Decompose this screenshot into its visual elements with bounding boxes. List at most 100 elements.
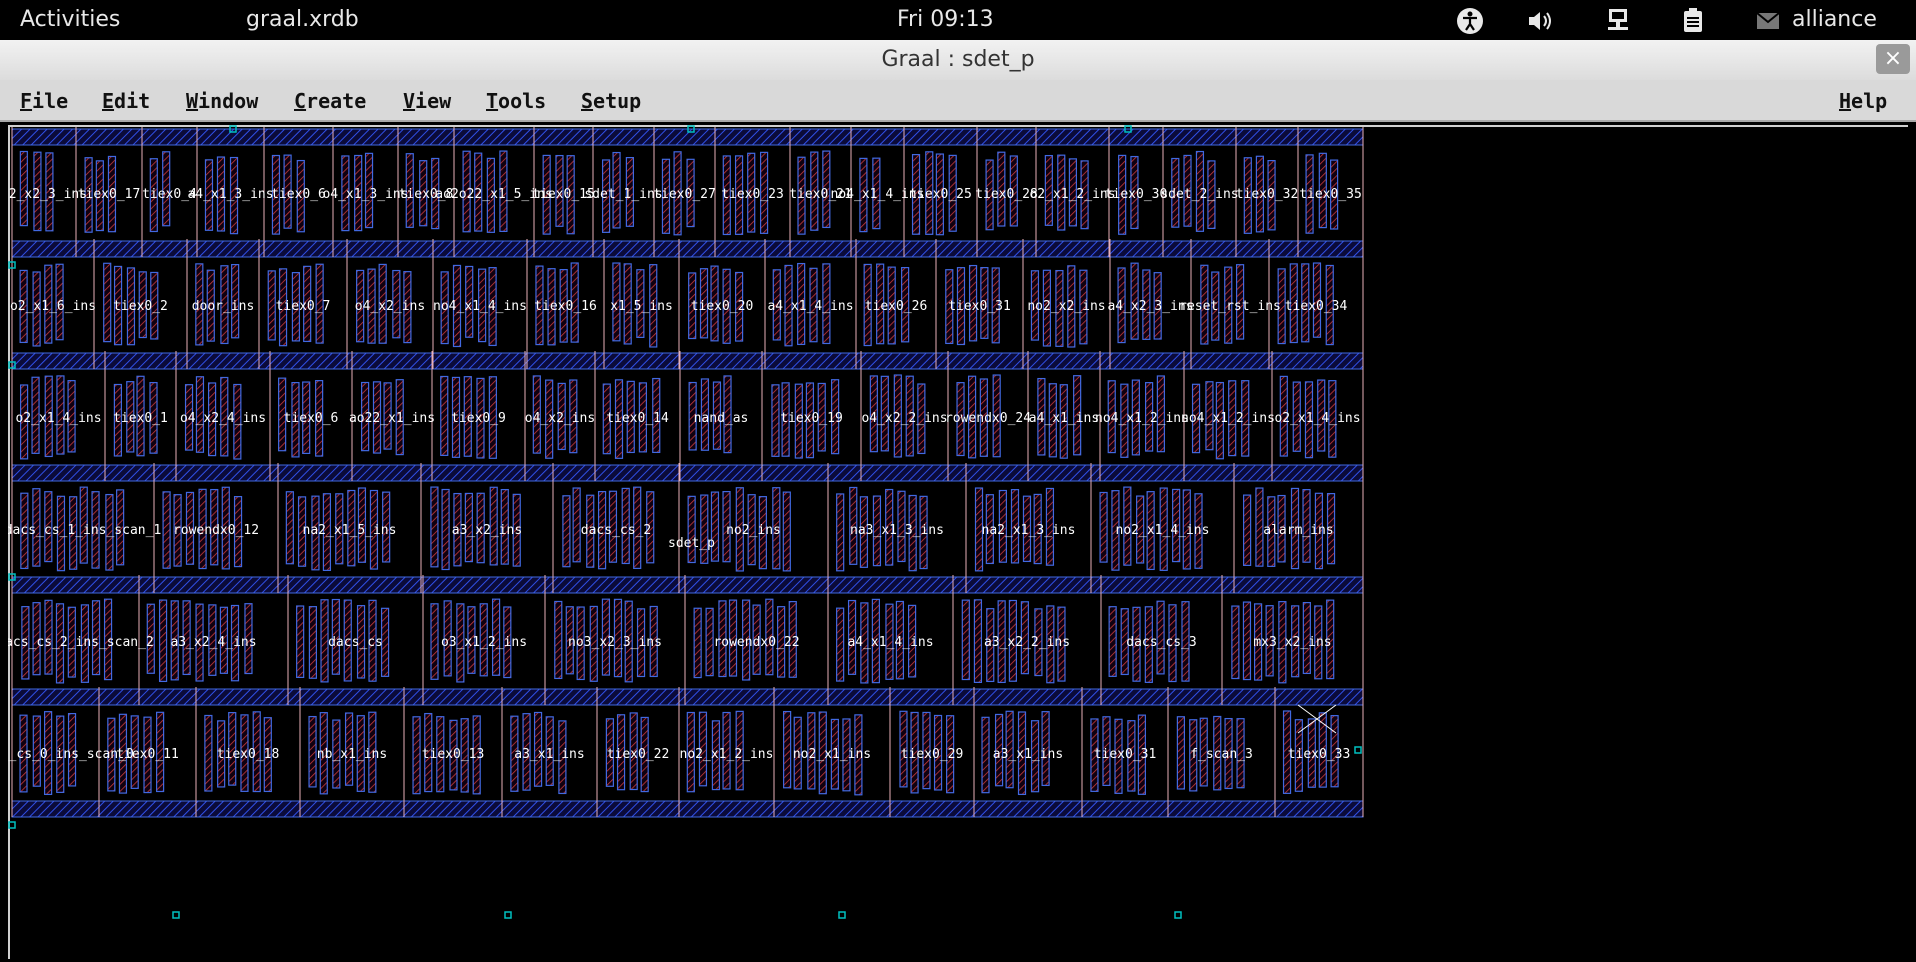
volume-icon[interactable] xyxy=(1526,9,1556,39)
transistor-column xyxy=(320,599,329,683)
cell-name-label: sdet_1_ins xyxy=(584,187,662,202)
cell-name-label: tiex0_6 xyxy=(271,187,326,202)
transistor-column xyxy=(771,384,780,457)
menu-bar: File Edit Window Create View Tools Setup… xyxy=(0,80,1916,122)
menu-view[interactable]: View xyxy=(403,89,451,113)
cell-name-label: reset_rst_ins xyxy=(1179,299,1281,314)
transistor-column xyxy=(836,493,845,572)
transistor-column xyxy=(103,262,112,343)
transistor-column xyxy=(1242,601,1252,681)
transistor-column xyxy=(296,605,305,679)
cell-name-label: tiex0_7 xyxy=(276,299,331,314)
transistor-column xyxy=(1255,487,1264,567)
power-rail xyxy=(11,240,1364,258)
cell-name-label: tiex0_18 xyxy=(217,747,280,762)
cell-name-label: tiex0_35 xyxy=(1299,187,1362,202)
window-title-bar[interactable]: Graal : sdet_p xyxy=(0,40,1916,81)
connector-marker xyxy=(1174,911,1182,919)
power-rail xyxy=(11,576,1364,594)
transistor-column xyxy=(562,495,571,568)
user-menu[interactable]: alliance xyxy=(1792,7,1877,32)
cell-name-label: dacs_cs_2_ins_scan_2 xyxy=(8,635,154,650)
transistor-column xyxy=(285,491,294,565)
transistor-column xyxy=(441,488,450,571)
menu-help[interactable]: Help xyxy=(1839,89,1887,113)
cell-name-label: rowendx0_12 xyxy=(173,523,259,538)
clipboard-icon[interactable] xyxy=(1682,7,1704,39)
transistor-column xyxy=(1099,491,1108,563)
cell-name-label: tiex0_17 xyxy=(78,187,141,202)
transistor-column xyxy=(836,607,845,682)
connector-marker xyxy=(1354,746,1362,754)
accessibility-icon[interactable] xyxy=(1455,6,1485,42)
cell-name-label: tiex0_25 xyxy=(909,187,972,202)
transistor-column xyxy=(308,715,317,788)
cell-name-label: na3_x1_3_ins xyxy=(850,523,944,538)
menu-window[interactable]: Window xyxy=(186,89,258,113)
transistor-column xyxy=(572,487,581,563)
close-button[interactable]: × xyxy=(1876,44,1910,74)
menu-file[interactable]: File xyxy=(20,89,68,113)
transistor-column xyxy=(162,491,171,569)
power-rail xyxy=(11,688,1364,706)
layout-canvas[interactable]: o2_x2_3_instiex0_17 tiex0_4a4_x1_3_instie… xyxy=(8,125,1906,957)
cell-name-label: door_ins xyxy=(192,299,255,314)
cell-name-label: dacs_cs_0_ins_scan_0 xyxy=(8,747,134,762)
cell-name-label: tiex0_6 xyxy=(284,411,339,426)
transistor-column xyxy=(1231,605,1240,680)
cell-name-label: sdet_2_ins xyxy=(1160,187,1238,202)
cell-name-label: a4_x1_ins xyxy=(1029,411,1099,426)
cell-name-label: a3_x2_2_ins xyxy=(984,635,1070,650)
cell-name-label: tiex0_34 xyxy=(1285,299,1348,314)
transistor-column xyxy=(430,603,439,680)
transistor-column xyxy=(782,491,791,572)
cell-name-label: no2_x1_ins xyxy=(793,747,871,762)
cell-name-label: o2_x1_4_ins xyxy=(1274,411,1360,426)
mail-icon[interactable] xyxy=(1756,11,1780,36)
cell-name-label: alarm_ins xyxy=(1263,523,1333,538)
cell-name-label: o4_x2_ins xyxy=(355,299,425,314)
cell-name-label: tiex0_11 xyxy=(116,747,179,762)
cell-name-label: o4_x2_2_ins xyxy=(861,411,947,426)
cell-name-label: o4_x2_4_ins xyxy=(180,411,266,426)
window-title: Graal : sdet_p xyxy=(881,47,1035,72)
connector-marker xyxy=(172,911,180,919)
clock[interactable]: Fri 09:13 xyxy=(897,7,994,32)
menu-edit[interactable]: Edit xyxy=(102,89,150,113)
menu-setup[interactable]: Setup xyxy=(581,89,641,113)
cell-name-label: dacs_cs_3 xyxy=(1126,635,1196,650)
network-icon[interactable] xyxy=(1605,7,1631,39)
cell-name-label: o3_x1_2_ins xyxy=(441,635,527,650)
cell-name-label: no4_x1_2_ins xyxy=(1095,411,1189,426)
transistor-column xyxy=(308,606,317,679)
power-rail xyxy=(11,464,1364,482)
connector-marker xyxy=(504,911,512,919)
transistor-column xyxy=(693,607,702,679)
cell-name-label: tiex0_23 xyxy=(721,187,784,202)
cell-name-label: o2_x1_4_ins xyxy=(15,411,101,426)
cell-name-label: no4_x1_4_ins xyxy=(433,299,527,314)
cell-name-label: o2_x1_6_ins xyxy=(10,299,96,314)
figure-name-label: sdet_p xyxy=(668,536,715,551)
cell-name-label: tiex0_2 xyxy=(113,299,168,314)
transistor-column xyxy=(204,714,213,792)
transistor-column xyxy=(1108,606,1117,677)
cell-name-label: dacs_cs_1_ins_scan_1 xyxy=(8,523,161,538)
activities-button[interactable]: Activities xyxy=(20,7,120,32)
cell-name-label: o4_x1_3_ins xyxy=(322,187,408,202)
transistor-column xyxy=(700,494,709,564)
transistor-column xyxy=(687,495,696,564)
cell-name-label: o2_x2_3_ins xyxy=(8,187,87,202)
cell-name-label: tiex0_9 xyxy=(451,411,506,426)
menu-create[interactable]: Create xyxy=(294,89,366,113)
cell-name-label: tiex0_26 xyxy=(865,299,928,314)
cell-name-label: no2_x1_2_ins xyxy=(680,747,774,762)
cell-name-label: a3_x2_ins xyxy=(452,523,522,538)
cell-name-label: no2_x2_ins xyxy=(1027,299,1105,314)
transistor-column xyxy=(981,716,990,794)
focused-app-name[interactable]: graal.xrdb xyxy=(246,7,359,32)
menu-tools[interactable]: Tools xyxy=(486,89,546,113)
transistor-column xyxy=(158,599,168,683)
cell-name-label: tiex0_30 xyxy=(1105,187,1168,202)
cell-name-label: tiex0_29 xyxy=(901,747,964,762)
